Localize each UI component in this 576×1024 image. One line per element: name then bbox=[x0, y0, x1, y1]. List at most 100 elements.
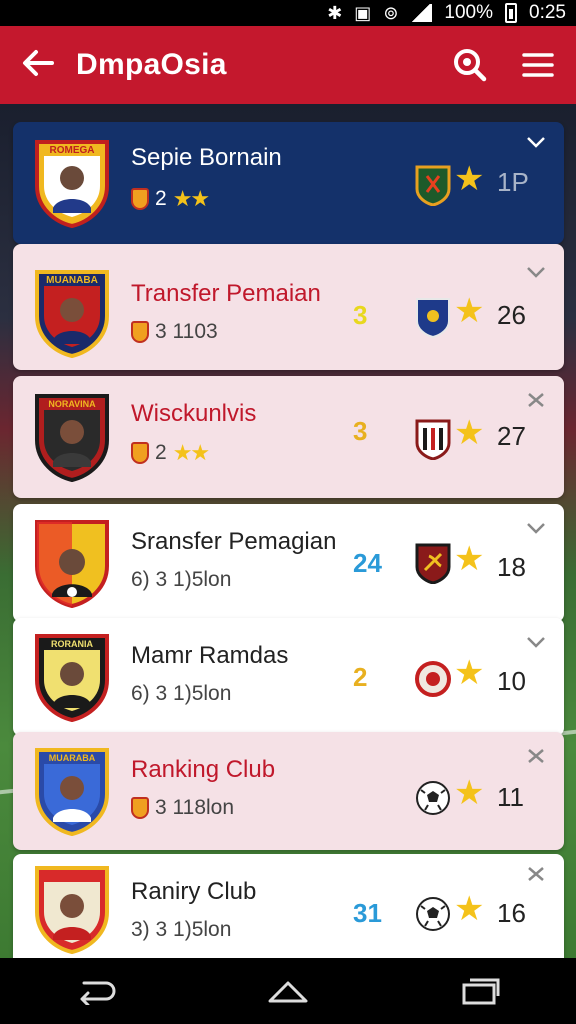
list-item[interactable]: Sransfer Pemagian 6) 3 1)5lon 24 ★ 18 bbox=[13, 504, 564, 622]
item-sub-text: 2 bbox=[155, 187, 167, 210]
shield-icon bbox=[131, 797, 149, 819]
club-logo-icon bbox=[415, 543, 451, 584]
item-title: Mamr Ramdas bbox=[131, 642, 289, 669]
item-score: 11 bbox=[497, 782, 524, 812]
status-bar: ✱ ▣ ⊚ 100% 0:25 bbox=[0, 0, 576, 26]
close-icon[interactable] bbox=[526, 864, 546, 884]
rank-number: 3 bbox=[353, 416, 368, 446]
chevron-down-icon[interactable] bbox=[526, 518, 546, 538]
list-item[interactable]: Raniry Club 3) 3 1)5lon 31 ★ 16 bbox=[13, 854, 564, 972]
list-item[interactable]: MUANABA Transfer Pemaian 3 1103 3 ★ 26 bbox=[13, 244, 564, 370]
item-score: 10 bbox=[497, 666, 526, 696]
item-score: 26 bbox=[497, 300, 526, 330]
item-sub-text: 3) 3 1)5lon bbox=[131, 918, 232, 941]
battery-icon bbox=[505, 3, 518, 23]
star-icon: ★ bbox=[454, 292, 485, 330]
item-sub-text: 2 bbox=[155, 441, 167, 464]
club-crest-icon: NORAVINA bbox=[35, 394, 109, 482]
soccer-ball-icon bbox=[416, 781, 450, 815]
club-crest-icon bbox=[35, 520, 109, 608]
menu-button[interactable] bbox=[500, 52, 576, 78]
club-logo-icon bbox=[415, 419, 451, 460]
rating-stars: ★★ bbox=[172, 440, 210, 465]
item-sub-text: 3 118lon bbox=[155, 796, 235, 819]
back-button[interactable] bbox=[0, 47, 76, 83]
shield-icon bbox=[131, 188, 149, 210]
crest-text: RORANIA bbox=[51, 639, 93, 649]
soccer-ball-icon bbox=[416, 897, 450, 931]
item-sub-text: 6) 3 1)5lon bbox=[131, 682, 232, 705]
rating-stars: ★★ bbox=[172, 186, 210, 211]
close-icon[interactable] bbox=[526, 390, 546, 410]
item-subtitle: 2 ★★ bbox=[131, 186, 210, 212]
item-title: Wisckunlvis bbox=[131, 400, 257, 427]
rank-number: 24 bbox=[353, 548, 382, 578]
club-crest-icon: MUARABA bbox=[35, 748, 109, 836]
hamburger-icon bbox=[522, 53, 554, 77]
list-item[interactable]: MUARABA Ranking Club 3 118lon ★ 11 bbox=[13, 732, 564, 850]
rank-number: 31 bbox=[353, 898, 382, 928]
item-subtitle: 3) 3 1)5lon bbox=[131, 918, 231, 942]
club-logo-icon bbox=[416, 298, 450, 338]
item-sub-text: 3 1103 bbox=[155, 320, 218, 343]
clock: 0:25 bbox=[529, 2, 566, 23]
shield-icon bbox=[131, 442, 149, 464]
item-title: Sepie Bornain bbox=[131, 144, 282, 171]
vibrate-icon: ▣ bbox=[354, 2, 372, 23]
crest-text: MUANABA bbox=[46, 275, 98, 286]
club-logo-icon bbox=[415, 661, 451, 697]
home-nav-icon[interactable] bbox=[266, 977, 310, 1005]
item-score: 16 bbox=[497, 898, 526, 928]
club-crest-icon: ROMEGA bbox=[35, 140, 109, 228]
item-score: 27 bbox=[497, 421, 526, 451]
system-nav-bar bbox=[0, 958, 576, 1024]
bluetooth-icon: ✱ bbox=[327, 2, 343, 23]
star-icon: ★ bbox=[454, 654, 485, 692]
club-crest-icon: MUANABA bbox=[35, 270, 109, 358]
item-title: Ranking Club bbox=[131, 756, 276, 783]
rank-number: 3 bbox=[353, 300, 368, 330]
signal-icon bbox=[410, 4, 433, 22]
item-score: 18 bbox=[497, 552, 526, 582]
list-item[interactable]: RORANIA Mamr Ramdas 6) 3 1)5lon 2 ★ 10 bbox=[13, 618, 564, 736]
club-crest-icon bbox=[35, 866, 109, 954]
back-nav-icon[interactable] bbox=[74, 977, 118, 1005]
star-icon: ★ bbox=[454, 414, 485, 452]
battery-percent: 100% bbox=[444, 2, 494, 23]
list-item[interactable]: NORAVINA Wisckunlvis 2 ★★ 3 ★ 27 bbox=[13, 376, 564, 498]
ranking-list: ROMEGA Sepie Bornain 2 ★★ ★ 1P MUANABA T… bbox=[13, 122, 564, 972]
club-crest-icon: RORANIA bbox=[35, 634, 109, 722]
crest-text: NORAVINA bbox=[48, 399, 96, 409]
item-score: 1P bbox=[497, 167, 529, 197]
recents-nav-icon[interactable] bbox=[458, 977, 502, 1005]
star-icon: ★ bbox=[454, 540, 485, 578]
item-subtitle: 2 ★★ bbox=[131, 440, 210, 466]
item-subtitle: 3 118lon bbox=[131, 796, 234, 820]
chevron-down-icon[interactable] bbox=[526, 262, 546, 282]
search-icon bbox=[454, 49, 487, 82]
club-logo-icon bbox=[415, 165, 451, 206]
shield-icon bbox=[131, 321, 149, 343]
item-title: Sransfer Pemagian bbox=[131, 528, 337, 555]
star-icon: ★ bbox=[454, 160, 485, 198]
item-title: Raniry Club bbox=[131, 878, 257, 905]
close-icon[interactable] bbox=[526, 746, 546, 766]
item-subtitle: 6) 3 1)5lon bbox=[131, 568, 231, 592]
app-title: DmpaOsia bbox=[76, 48, 227, 81]
arrow-left-icon bbox=[23, 50, 54, 76]
crest-text: MUARABA bbox=[49, 753, 96, 763]
alarm-icon: ⊚ bbox=[383, 2, 399, 23]
item-subtitle: 6) 3 1)5lon bbox=[131, 682, 231, 706]
item-sub-text: 6) 3 1)5lon bbox=[131, 568, 232, 591]
item-title: Transfer Pemaian bbox=[131, 280, 321, 307]
list-item[interactable]: ROMEGA Sepie Bornain 2 ★★ ★ 1P bbox=[13, 122, 564, 244]
star-icon: ★ bbox=[454, 890, 485, 928]
search-button[interactable] bbox=[440, 47, 500, 83]
app-bar: DmpaOsia bbox=[0, 26, 576, 104]
rank-number: 2 bbox=[353, 662, 368, 692]
star-icon: ★ bbox=[454, 774, 485, 812]
chevron-down-icon[interactable] bbox=[526, 132, 546, 152]
item-subtitle: 3 1103 bbox=[131, 320, 218, 344]
crest-text: ROMEGA bbox=[50, 145, 95, 156]
chevron-down-icon[interactable] bbox=[526, 632, 546, 652]
